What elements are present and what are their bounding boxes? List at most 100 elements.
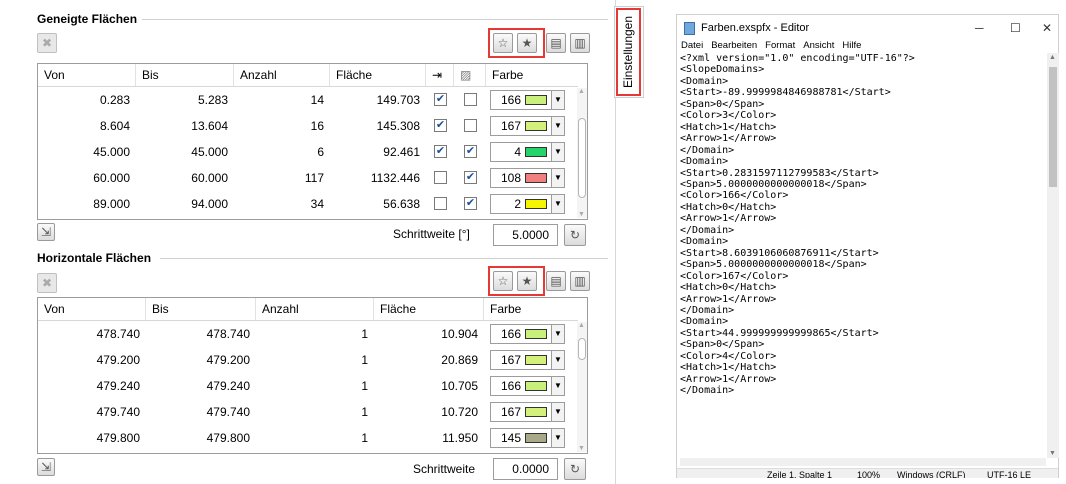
arrow-checkbox[interactable] <box>434 197 447 210</box>
horizontal-export-icon[interactable]: ▥ <box>570 271 590 291</box>
color-select[interactable]: 166 ▼ <box>490 376 565 396</box>
col-arrow-icon[interactable]: ⇥ <box>426 64 454 86</box>
menu-datei[interactable]: Datei <box>681 40 703 51</box>
menu-format[interactable]: Format <box>765 40 795 51</box>
color-select[interactable]: 166 ▼ <box>490 90 565 110</box>
menu-ansicht[interactable]: Ansicht <box>803 40 834 51</box>
color-select[interactable]: 166 ▼ <box>490 324 565 344</box>
horizontal-import-icon[interactable]: ▤ <box>546 271 566 291</box>
table-row[interactable]: 45.000 45.000 6 92.461 ✔ ✔ 4 ▼ <box>38 140 578 164</box>
color-select[interactable]: 167 ▼ <box>490 350 565 370</box>
horizontal-delete-button[interactable]: ✖ <box>37 273 57 293</box>
text-line: <Domain> <box>680 236 729 248</box>
table-row[interactable]: 478.740 478.740 1 10.904 166 ▼ <box>38 322 578 346</box>
col-hatch-icon[interactable]: ▨ <box>454 64 486 86</box>
scroll-down-icon[interactable]: ▼ <box>578 445 585 452</box>
col-farbe[interactable]: Farbe <box>484 298 578 320</box>
table-row[interactable]: 479.800 479.800 1 11.950 145 ▼ <box>38 426 578 450</box>
open-folder-star-icon[interactable]: ☆ <box>493 33 513 53</box>
color-select[interactable]: 145 ▼ <box>490 428 565 448</box>
table-row[interactable]: 8.604 13.604 16 145.308 ✔ 167 ▼ <box>38 114 578 138</box>
hatch-checkbox[interactable] <box>464 119 477 132</box>
chevron-down-icon[interactable]: ▼ <box>551 402 565 422</box>
table-row[interactable]: 89.000 94.000 34 56.638 ✔ 2 ▼ <box>38 192 578 216</box>
export-icon[interactable]: ▥ <box>570 33 590 53</box>
col-anzahl[interactable]: Anzahl <box>256 298 374 320</box>
chevron-down-icon[interactable]: ▼ <box>551 324 565 344</box>
hatch-checkbox[interactable]: ✔ <box>464 171 477 184</box>
notepad-scroll-thumb[interactable] <box>1049 67 1057 187</box>
chevron-down-icon[interactable]: ▼ <box>551 428 565 448</box>
table-row[interactable]: 60.000 60.000 117 1132.446 ✔ 108 ▼ <box>38 166 578 190</box>
cell-flaeche: 149.703 <box>376 93 420 107</box>
text-line: </Domain> <box>680 224 735 236</box>
table-row[interactable]: 0.283 5.283 14 149.703 ✔ 166 ▼ <box>38 88 578 112</box>
table-row[interactable]: 479.200 479.200 1 20.869 167 ▼ <box>38 348 578 372</box>
color-select[interactable]: 2 ▼ <box>490 194 565 214</box>
menu-bearbeiten[interactable]: Bearbeiten <box>711 40 757 51</box>
chevron-down-icon[interactable]: ▼ <box>551 194 565 214</box>
chevron-down-icon[interactable]: ▼ <box>551 142 565 162</box>
color-select[interactable]: 4 ▼ <box>490 142 565 162</box>
color-number: 167 <box>500 119 521 133</box>
scroll-down-icon[interactable]: ▼ <box>578 211 585 218</box>
col-bis[interactable]: Bis <box>146 298 256 320</box>
col-bis[interactable]: Bis <box>136 64 234 86</box>
save-star-icon[interactable]: ★ <box>517 33 537 53</box>
col-farbe[interactable]: Farbe <box>486 64 578 86</box>
sloped-step-input[interactable]: 5.0000 <box>493 224 558 246</box>
color-select[interactable]: 167 ▼ <box>490 402 565 422</box>
chevron-down-icon[interactable]: ▼ <box>551 168 565 188</box>
color-select[interactable]: 108 ▼ <box>490 168 565 188</box>
hatch-checkbox[interactable]: ✔ <box>464 197 477 210</box>
chevron-down-icon[interactable]: ▼ <box>551 90 565 110</box>
menu-hilfe[interactable]: Hilfe <box>842 40 861 51</box>
close-icon[interactable]: ✕ <box>1042 21 1052 35</box>
horizontal-open-folder-star-icon[interactable]: ☆ <box>493 271 513 291</box>
scroll-up-icon[interactable]: ▲ <box>578 322 585 329</box>
chevron-down-icon[interactable]: ▼ <box>551 376 565 396</box>
horizontal-step-apply-icon[interactable]: ↻ <box>564 458 586 480</box>
scroll-up-icon[interactable]: ▲ <box>1049 54 1056 61</box>
horizontal-save-star-icon[interactable]: ★ <box>517 271 537 291</box>
sloped-step-apply-icon[interactable]: ↻ <box>564 224 586 246</box>
maximize-icon[interactable]: ☐ <box>1010 21 1021 35</box>
col-von[interactable]: Von <box>38 298 146 320</box>
arrow-checkbox[interactable]: ✔ <box>434 145 447 158</box>
text-line: <Span>5.0000000000000018</Span> <box>680 178 867 190</box>
chevron-down-icon[interactable]: ▼ <box>551 350 565 370</box>
sloped-scrollbar[interactable]: ▲ ▼ <box>577 88 587 218</box>
scroll-thumb[interactable] <box>578 118 586 198</box>
table-row[interactable]: 479.740 479.740 1 10.720 167 ▼ <box>38 400 578 424</box>
notepad-vscroll[interactable]: ▲ ▼ <box>1047 53 1059 458</box>
cell-flaeche: 11.950 <box>442 431 478 445</box>
col-von[interactable]: Von <box>38 64 136 86</box>
scroll-thumb[interactable] <box>578 338 586 360</box>
horizontal-step-input[interactable]: 0.0000 <box>493 458 558 480</box>
hatch-checkbox[interactable] <box>464 93 477 106</box>
notepad-hscroll[interactable] <box>680 458 1046 466</box>
horizontal-scrollbar[interactable]: ▲ ▼ <box>577 322 587 452</box>
hatch-checkbox[interactable]: ✔ <box>464 145 477 158</box>
cell-anzahl: 1 <box>361 405 368 419</box>
table-row[interactable]: 480.240480.240111.968146▼ <box>38 452 578 453</box>
arrow-checkbox[interactable] <box>434 171 447 184</box>
col-flaeche[interactable]: Fläche <box>374 298 484 320</box>
col-flaeche[interactable]: Fläche <box>330 64 426 86</box>
import-icon[interactable]: ▤ <box>546 33 566 53</box>
arrow-checkbox[interactable]: ✔ <box>434 93 447 106</box>
text-line: <Hatch>1</Hatch> <box>680 121 777 133</box>
scroll-down-icon[interactable]: ▼ <box>1049 450 1056 457</box>
notepad-textarea[interactable]: <?xml version="1.0" encoding="UTF-16"?> <… <box>680 53 1046 458</box>
scroll-up-icon[interactable]: ▲ <box>578 88 585 95</box>
chevron-down-icon[interactable]: ▼ <box>551 116 565 136</box>
color-number: 167 <box>500 405 521 419</box>
delete-button[interactable]: ✖ <box>37 33 57 53</box>
horizontal-export-button[interactable]: ⇲ <box>37 458 55 476</box>
sloped-export-button[interactable]: ⇲ <box>37 223 55 241</box>
minimize-icon[interactable]: ─ <box>975 21 984 35</box>
arrow-checkbox[interactable]: ✔ <box>434 119 447 132</box>
table-row[interactable]: 479.240 479.240 1 10.705 166 ▼ <box>38 374 578 398</box>
color-select[interactable]: 167 ▼ <box>490 116 565 136</box>
col-anzahl[interactable]: Anzahl <box>234 64 330 86</box>
